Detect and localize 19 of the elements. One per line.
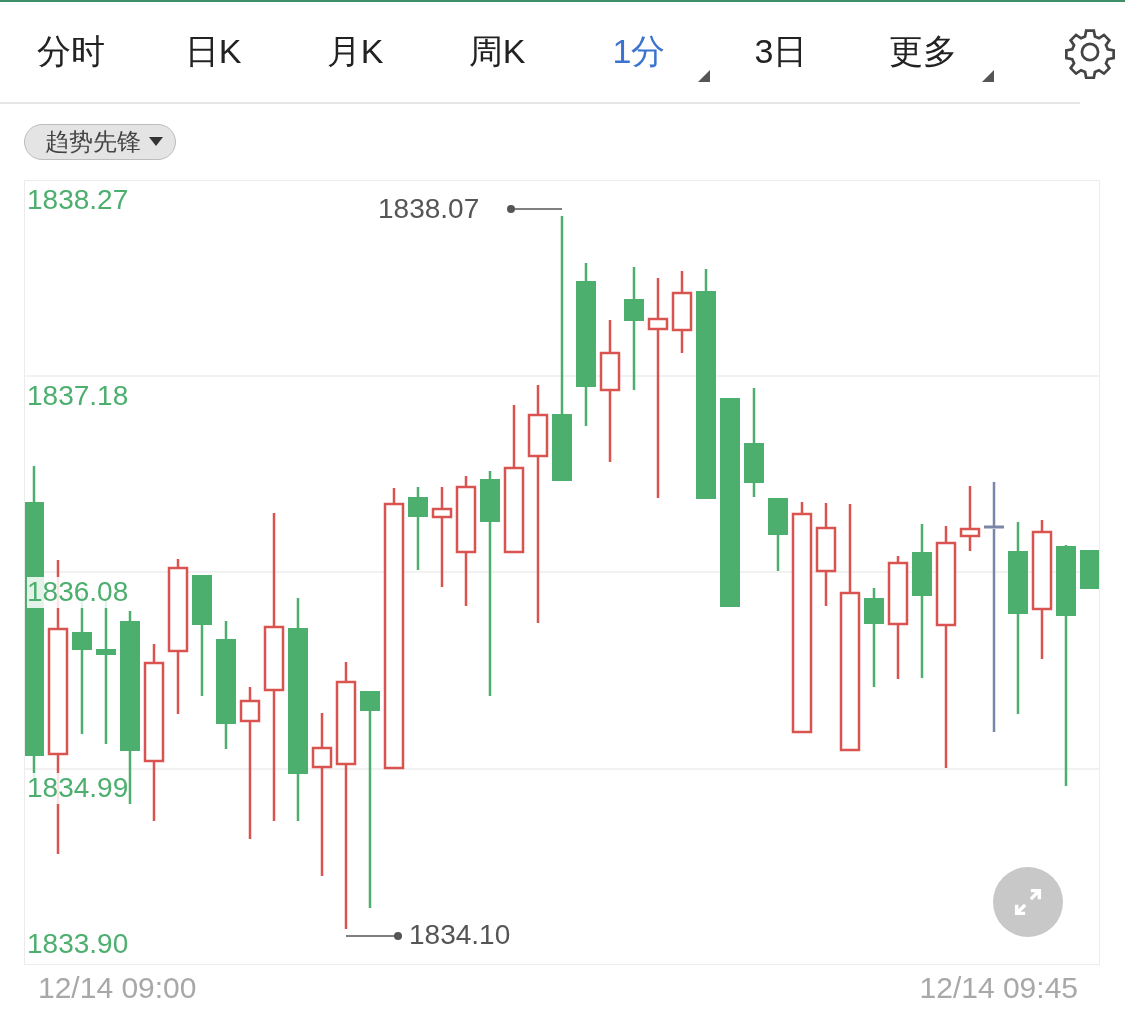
price-axis-label: 1834.99 (27, 773, 129, 804)
timeframe-tab[interactable]: 周K (426, 12, 568, 92)
leader-line (345, 932, 402, 940)
candle (1080, 548, 1099, 591)
indicator-dropdown[interactable]: 趋势先锋 (24, 124, 176, 160)
time-axis-label: 12/14 09:45 (919, 971, 1078, 1005)
low-price-label: 1834.10 (409, 919, 511, 951)
leader-line (507, 205, 563, 213)
time-axis-label: 12/14 09:00 (38, 971, 197, 1005)
timeframe-tab[interactable]: 日K (142, 12, 284, 92)
high-price-label: 1838.07 (378, 193, 480, 225)
timeframe-tab[interactable]: 更多 (852, 12, 994, 92)
timeframe-tab[interactable]: 1分 (568, 12, 710, 92)
candle (959, 486, 981, 551)
timeframe-tab[interactable]: 月K (284, 12, 426, 92)
price-axis-label: 1836.08 (27, 577, 129, 608)
dropdown-caret-icon (149, 137, 163, 147)
timeframe-tab[interactable]: 分时 (0, 12, 142, 92)
timeframe-tab[interactable]: 3日 (710, 12, 852, 92)
